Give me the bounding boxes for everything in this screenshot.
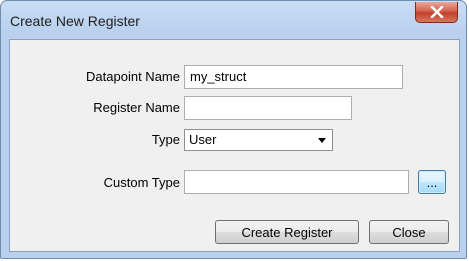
window-close-button[interactable]	[415, 2, 458, 23]
type-selected-value: User	[189, 132, 217, 147]
window-title: Create New Register	[10, 13, 140, 29]
title-bar[interactable]: Create New Register	[1, 1, 466, 41]
close-icon	[430, 6, 443, 18]
create-register-button[interactable]: Create Register	[215, 220, 359, 244]
dialog-window: Create New Register Datapoint Name my_st…	[0, 0, 467, 259]
datapoint-name-field[interactable]: my_struct	[184, 65, 403, 89]
close-button[interactable]: Close	[369, 220, 449, 244]
datapoint-name-label: Datapoint Name	[86, 69, 180, 84]
chevron-down-icon	[318, 138, 326, 143]
type-dropdown[interactable]: User	[184, 129, 333, 151]
register-name-field[interactable]	[184, 96, 352, 120]
dialog-body: Datapoint Name my_struct Register Name T…	[9, 39, 460, 252]
custom-type-field[interactable]	[184, 170, 409, 194]
browse-button[interactable]: ...	[418, 170, 446, 194]
type-label: Type	[151, 132, 180, 147]
custom-type-label: Custom Type	[103, 175, 180, 190]
register-name-label: Register Name	[93, 100, 180, 115]
